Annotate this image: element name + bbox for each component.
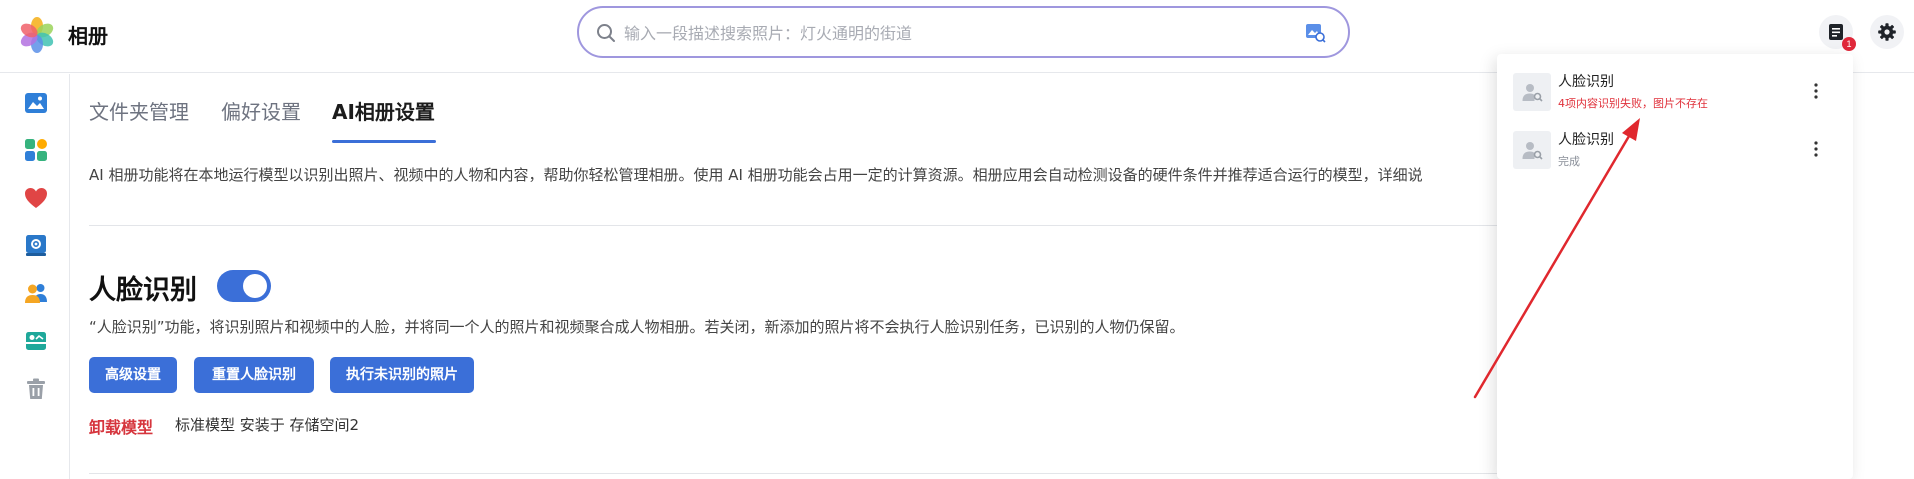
sidebar-item-categories[interactable] <box>23 137 49 163</box>
heart-icon <box>25 188 47 208</box>
person-search-icon <box>1522 142 1543 160</box>
divider <box>89 225 1497 226</box>
people-icon <box>25 284 47 303</box>
notification-title: 人脸识别 <box>1558 74 1614 90</box>
notification-item[interactable]: 人脸识别 4项内容识别失败，图片不存在 <box>1497 73 1853 129</box>
more-options-icon[interactable] <box>1806 79 1826 103</box>
image-search-icon[interactable] <box>1304 21 1326 43</box>
search-input[interactable] <box>624 18 1264 48</box>
run-unrecognized-button[interactable]: 执行未识别的照片 <box>330 357 474 393</box>
search-bar[interactable] <box>577 6 1350 58</box>
settings-button[interactable] <box>1870 15 1904 49</box>
photos-logo-icon[interactable] <box>16 14 58 56</box>
tab-folder-management[interactable]: 文件夹管理 <box>89 96 189 125</box>
image-icon <box>25 93 47 113</box>
task-notification-panel: 人脸识别 4项内容识别失败，图片不存在 人脸识别 完成 <box>1497 54 1853 479</box>
search-icon <box>597 24 615 42</box>
face-recognition-toggle[interactable] <box>217 270 271 302</box>
person-search-icon <box>1522 84 1543 102</box>
notification-item[interactable]: 人脸识别 完成 <box>1497 131 1853 187</box>
ai-description: AI 相册功能将在本地运行模型以识别出照片、视频中的人物和内容，帮助你轻松管理相… <box>89 166 1423 184</box>
advanced-settings-button[interactable]: 高级设置 <box>89 357 177 393</box>
notification-title: 人脸识别 <box>1558 132 1614 148</box>
face-recognition-title: 人脸识别 <box>89 275 197 306</box>
divider <box>89 473 1497 474</box>
sidebar <box>0 74 70 479</box>
toggle-knob <box>243 274 267 298</box>
notification-status: 完成 <box>1558 155 1580 168</box>
active-tab-indicator <box>332 140 436 143</box>
trash-icon <box>27 378 45 399</box>
tab-ai-album-settings[interactable]: AI相册设置 <box>332 96 435 125</box>
tab-preferences[interactable]: 偏好设置 <box>221 96 301 125</box>
face-thumbnail <box>1513 73 1551 111</box>
apps-icon <box>25 139 47 161</box>
gear-icon <box>1878 23 1896 41</box>
sidebar-item-trash[interactable] <box>23 376 49 402</box>
task-list-button[interactable]: 1 <box>1819 15 1856 51</box>
face-recognition-description: “人脸识别”功能，将识别照片和视频中的人脸，并将同一个人的照片和视频聚合成人物相… <box>89 318 1185 336</box>
shared-album-icon <box>26 332 46 350</box>
notification-status: 4项内容识别失败，图片不存在 <box>1558 97 1708 110</box>
app-title: 相册 <box>68 24 108 48</box>
sidebar-item-people[interactable] <box>23 280 49 306</box>
model-info: 标准模型 安装于 存储空间2 <box>175 416 360 434</box>
sidebar-item-albums[interactable] <box>23 232 49 258</box>
sidebar-item-favorites[interactable] <box>23 185 49 211</box>
sidebar-item-shared[interactable] <box>23 328 49 354</box>
album-icon <box>26 235 46 256</box>
sidebar-item-photos[interactable] <box>23 90 49 116</box>
more-options-icon[interactable] <box>1806 137 1826 161</box>
reset-face-recognition-button[interactable]: 重置人脸识别 <box>194 357 314 393</box>
notification-badge: 1 <box>1842 37 1856 51</box>
uninstall-model-link[interactable]: 卸载模型 <box>89 414 153 438</box>
face-thumbnail <box>1513 131 1551 169</box>
